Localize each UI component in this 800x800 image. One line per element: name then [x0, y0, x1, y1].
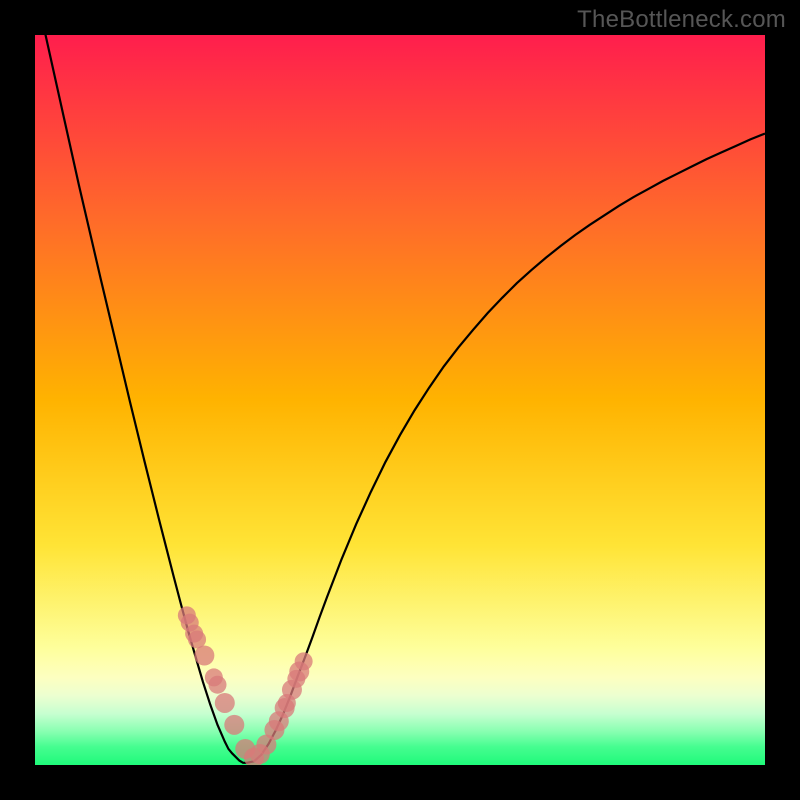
highlight-dot	[215, 693, 235, 713]
highlight-dot	[194, 646, 214, 666]
plot-area	[35, 35, 765, 765]
highlight-dot	[209, 676, 227, 694]
chart-svg	[35, 35, 765, 765]
gradient-background	[35, 35, 765, 765]
highlight-dot	[295, 652, 313, 670]
highlight-dot	[224, 715, 244, 735]
watermark-text: TheBottleneck.com	[577, 6, 786, 34]
chart-frame: TheBottleneck.com	[0, 0, 800, 800]
